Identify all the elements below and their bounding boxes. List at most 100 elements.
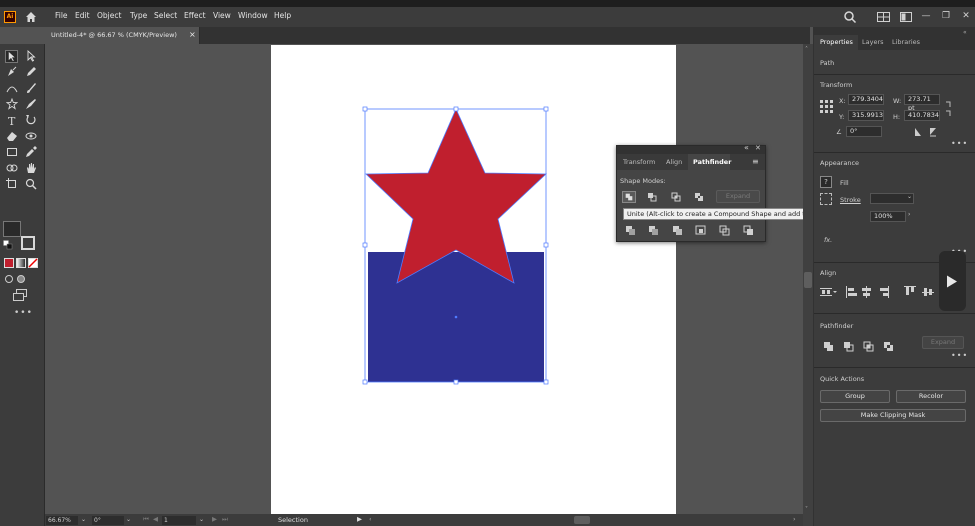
scroll-up-icon[interactable]: ˄ — [805, 46, 808, 53]
screen-mode-icon[interactable] — [13, 289, 27, 301]
close-panel-icon[interactable]: ✕ — [755, 144, 761, 152]
vertical-scrollbar[interactable]: ˄ ˅ — [803, 44, 813, 526]
arrange-documents-icon[interactable] — [877, 12, 890, 22]
search-icon[interactable] — [843, 10, 857, 24]
tab-pathfinder[interactable]: Pathfinder — [693, 158, 731, 166]
menu-effect[interactable]: Effect — [184, 11, 206, 20]
rotate-tool-icon[interactable] — [25, 114, 37, 126]
outline-button[interactable] — [718, 224, 732, 236]
rotation-dropdown-icon[interactable]: ⌄ — [126, 516, 131, 523]
group-button[interactable]: Group — [820, 390, 890, 403]
panel-collapse-icon[interactable]: « — [963, 29, 967, 36]
constrain-proportions-icon[interactable] — [944, 100, 952, 118]
expand-button-disabled[interactable]: Expand — [716, 190, 760, 203]
minus-back-button[interactable] — [742, 224, 756, 236]
w-input[interactable]: 273.71 pt — [904, 94, 940, 112]
artboard-dropdown-icon[interactable]: ⌄ — [199, 516, 204, 523]
scroll-left-icon[interactable]: ‹ — [369, 515, 372, 523]
pathfinder-expand-button[interactable]: Expand — [922, 336, 964, 349]
scroll-down-icon[interactable]: ˅ — [805, 506, 808, 513]
horizontal-scroll-thumb[interactable] — [574, 516, 590, 524]
eyedropper-tool-icon[interactable] — [25, 146, 37, 158]
pathfinder-buttons-icon[interactable] — [824, 341, 896, 353]
status-menu-icon[interactable]: ▶ — [357, 515, 362, 523]
artwork[interactable] — [360, 104, 555, 389]
eraser-tool-icon[interactable] — [6, 130, 18, 142]
home-icon[interactable] — [24, 10, 38, 24]
minimize-button[interactable]: — — [920, 10, 932, 22]
zoom-tool-icon[interactable] — [25, 178, 37, 190]
pen-tool-icon[interactable] — [6, 66, 18, 78]
width-tool-icon[interactable] — [25, 130, 37, 142]
more-tools-icon[interactable]: ••• — [14, 308, 33, 318]
pencil-tool-icon[interactable] — [25, 66, 37, 78]
h-input[interactable]: 410.7834 — [904, 110, 940, 121]
document-tab-close[interactable]: × — [189, 30, 196, 39]
menu-help[interactable]: Help — [274, 11, 291, 20]
tab-transform[interactable]: Transform — [623, 158, 655, 166]
hand-tool-icon[interactable] — [25, 162, 37, 174]
trim-button[interactable] — [647, 224, 661, 236]
opacity-dropdown-icon[interactable]: › — [908, 211, 910, 218]
none-mode-icon[interactable] — [28, 258, 38, 268]
blob-brush-tool-icon[interactable] — [25, 98, 37, 110]
first-artboard-icon[interactable]: ⏮ — [143, 515, 149, 524]
rectangle-tool-icon[interactable] — [6, 146, 18, 158]
collapse-panel-icon[interactable]: « — [744, 143, 749, 152]
divide-button[interactable] — [624, 224, 638, 236]
restore-button[interactable]: ❐ — [940, 10, 952, 22]
floating-action-panel[interactable] — [939, 251, 966, 311]
opacity-input[interactable]: 100% — [870, 211, 906, 222]
previous-artboard-icon[interactable]: ◀ — [153, 515, 158, 523]
angle-input[interactable]: 0° — [846, 126, 882, 137]
merge-button[interactable] — [671, 224, 685, 236]
play-icon[interactable] — [946, 275, 958, 288]
pathfinder-more-icon[interactable]: ••• — [951, 351, 968, 360]
gradient-mode-icon[interactable] — [16, 258, 26, 268]
minus-front-button[interactable] — [645, 191, 659, 203]
menu-file[interactable]: File — [55, 11, 68, 20]
y-input[interactable]: 315.9913 — [848, 110, 884, 121]
menu-type[interactable]: Type — [130, 11, 147, 20]
effects-icon[interactable]: fx. — [824, 236, 832, 244]
close-window-button[interactable]: ✕ — [960, 10, 972, 22]
draw-mode-icon[interactable] — [5, 274, 27, 284]
paintbrush-tool-icon[interactable] — [25, 82, 37, 94]
reference-point-icon[interactable] — [820, 100, 833, 113]
tab-align[interactable]: Align — [666, 158, 682, 166]
unite-button[interactable] — [622, 191, 636, 203]
document-tab[interactable]: Untitled-4* @ 66.67 % (CMYK/Preview) × — [45, 27, 200, 44]
menu-select[interactable]: Select — [154, 11, 177, 20]
workspace-icon[interactable] — [900, 12, 912, 22]
crop-button[interactable] — [694, 224, 708, 236]
fill-swatch-icon[interactable]: ? — [820, 176, 832, 188]
direct-selection-tool-icon[interactable] — [25, 50, 37, 62]
star-tool-icon[interactable] — [6, 98, 18, 110]
intersect-button[interactable] — [669, 191, 683, 203]
tab-layers[interactable]: Layers — [862, 38, 884, 46]
curvature-tool-icon[interactable] — [6, 82, 18, 94]
flip-icons[interactable] — [912, 126, 938, 138]
menu-view[interactable]: View — [213, 11, 231, 20]
tab-libraries[interactable]: Libraries — [892, 38, 920, 46]
exclude-button[interactable] — [692, 191, 706, 203]
artboard-number-field[interactable]: 1 — [162, 516, 196, 525]
default-colors-icon[interactable] — [3, 240, 13, 250]
last-artboard-icon[interactable]: ⏭ — [222, 515, 228, 524]
color-mode-icon[interactable] — [4, 258, 14, 268]
panel-title-bar[interactable]: « ✕ — [617, 143, 765, 154]
panel-menu-icon[interactable]: ≡ — [752, 157, 759, 166]
zoom-dropdown-icon[interactable]: ⌄ — [81, 516, 86, 523]
menu-object[interactable]: Object — [97, 11, 121, 20]
shape-builder-tool-icon[interactable] — [6, 162, 18, 174]
fill-stroke-swatch-icon[interactable] — [16, 229, 38, 253]
tab-properties[interactable]: Properties — [820, 38, 853, 46]
menu-window[interactable]: Window — [238, 11, 268, 20]
recolor-button[interactable]: Recolor — [896, 390, 966, 403]
vertical-scroll-thumb[interactable] — [804, 272, 812, 288]
type-tool-icon[interactable]: T — [6, 114, 18, 126]
stroke-swatch-icon[interactable] — [820, 193, 832, 205]
make-clipping-mask-button[interactable]: Make Clipping Mask — [820, 409, 966, 422]
menu-edit[interactable]: Edit — [75, 11, 90, 20]
zoom-field[interactable]: 66.67% — [46, 516, 78, 525]
